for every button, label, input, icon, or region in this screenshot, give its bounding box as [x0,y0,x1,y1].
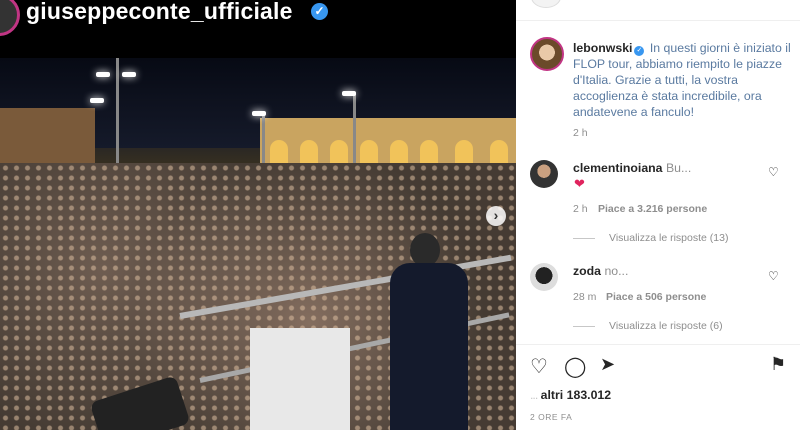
caption: lebonwski ✓ In questi giorni è iniziato i… [573,40,793,120]
post-photo[interactable]: › [0,58,516,430]
photo-arch [270,140,288,164]
view-replies-label: Visualizza le risposte (6) [609,320,723,332]
post-header-bar: giuseppeconte_ufficiale ✓ [0,0,516,58]
replies-dash [573,237,595,239]
view-replies[interactable]: Visualizza le risposte (13) [573,232,728,244]
street-lamp [116,58,119,168]
street-lamp [262,114,265,164]
likes-summary[interactable]: ... altri 183.012 [530,388,611,402]
verified-badge-icon: ✓ [311,3,328,20]
photo-speaker [390,233,468,430]
author-avatar[interactable] [0,0,20,36]
comment-avatar[interactable] [530,160,558,188]
action-bar: ♡ ◯ ➤ ⚑ [530,354,790,380]
comment-likes[interactable]: Piace a 506 persone [606,291,706,303]
photo-arch [420,140,438,164]
photo-arch [455,140,473,164]
comment-bubble-icon[interactable]: ◯ [564,354,586,379]
comment-avatar[interactable] [530,263,558,291]
like-heart-icon[interactable]: ♡ [530,354,548,379]
post-media-panel: giuseppeconte_ufficiale ✓ › [0,0,516,430]
lamp-light [96,72,110,77]
lamp-light [90,98,104,103]
bookmark-icon[interactable]: ⚑ [770,354,786,375]
street-lamp [353,94,356,164]
header-avatar[interactable] [531,0,561,8]
comment-text: no... [604,264,629,278]
lamp-light [342,91,356,96]
author-username[interactable]: giuseppeconte_ufficiale [26,0,293,25]
photo-arch [330,140,348,164]
photo-building-left [0,108,95,168]
caption-username[interactable]: lebonwski [573,41,632,55]
like-comment-heart-icon[interactable]: ♡ [768,269,779,283]
chevron-right-icon[interactable]: › [486,206,506,226]
likes-blurred: ... [530,388,538,402]
replies-dash [573,325,595,327]
comment-time: 28 m [573,291,597,303]
comment-time: 2 h [573,203,588,215]
photo-arch [390,140,408,164]
likes-count: altri 183.012 [540,388,612,402]
comment: clementinoiana Bu... [573,161,691,175]
heart-emoji: ❤ [574,176,585,191]
post-time: 2 ORE FA [530,412,573,422]
view-replies-label: Visualizza le risposte (13) [609,232,729,244]
share-send-icon[interactable]: ➤ [600,354,615,375]
verified-badge-icon: ✓ [634,46,645,56]
view-replies[interactable]: Visualizza le risposte (6) [573,320,723,332]
photo-arch [360,140,378,164]
photo-banner [250,328,350,430]
lamp-light [252,111,266,116]
speaker-head [410,233,440,267]
caption-time: 2 h [573,127,588,139]
comment-text: Bu... [665,161,692,175]
post-sidebar: lebonwski ✓ In questi giorni è iniziato i… [516,0,800,430]
comment-username[interactable]: clementinoiana [573,161,663,175]
comment: zoda no... [573,264,628,278]
lamp-light [122,72,136,77]
comment-likes[interactable]: Piace a 3.216 persone [598,203,707,215]
divider [516,344,800,345]
comment-username[interactable]: zoda [573,264,601,278]
divider [516,20,800,21]
caption-avatar[interactable] [530,37,564,71]
like-comment-heart-icon[interactable]: ♡ [768,165,779,179]
photo-arch [300,140,318,164]
speaker-body [390,263,468,430]
photo-arch [490,140,508,164]
